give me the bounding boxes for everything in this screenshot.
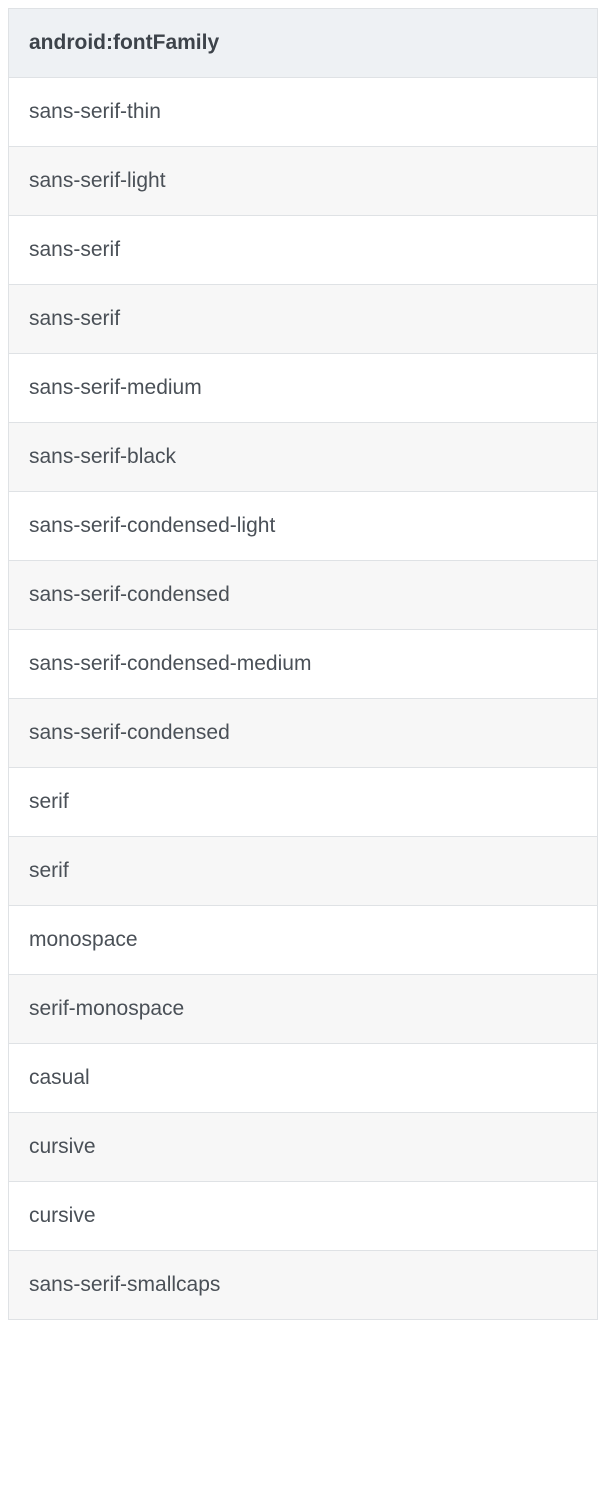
table-row: sans-serif-thin [9, 78, 598, 147]
font-value: sans-serif-condensed [9, 561, 598, 630]
font-value: sans-serif-condensed [9, 699, 598, 768]
table-row: sans-serif-condensed [9, 699, 598, 768]
table-header: android:fontFamily [9, 9, 598, 78]
table-row: sans-serif-light [9, 147, 598, 216]
table-row: cursive [9, 1182, 598, 1251]
table-row: sans-serif [9, 285, 598, 354]
table-row: monospace [9, 906, 598, 975]
font-value: sans-serif-black [9, 423, 598, 492]
table-row: serif-monospace [9, 975, 598, 1044]
font-value: cursive [9, 1113, 598, 1182]
font-family-table: android:fontFamily sans-serif-thin sans-… [8, 8, 598, 1320]
font-value: serif [9, 837, 598, 906]
font-value: cursive [9, 1182, 598, 1251]
font-value: serif [9, 768, 598, 837]
font-value: sans-serif-medium [9, 354, 598, 423]
table-row: sans-serif [9, 216, 598, 285]
font-value: monospace [9, 906, 598, 975]
font-value: sans-serif-thin [9, 78, 598, 147]
table-row: sans-serif-medium [9, 354, 598, 423]
font-value: serif-monospace [9, 975, 598, 1044]
font-value: sans-serif-light [9, 147, 598, 216]
table-row: sans-serif-condensed-medium [9, 630, 598, 699]
font-value: casual [9, 1044, 598, 1113]
table-row: cursive [9, 1113, 598, 1182]
font-value: sans-serif-smallcaps [9, 1251, 598, 1320]
font-value: sans-serif-condensed-light [9, 492, 598, 561]
table-row: sans-serif-black [9, 423, 598, 492]
font-value: sans-serif [9, 285, 598, 354]
table-row: serif [9, 768, 598, 837]
table-row: serif [9, 837, 598, 906]
table-row: casual [9, 1044, 598, 1113]
table-row: sans-serif-condensed [9, 561, 598, 630]
table-row: sans-serif-condensed-light [9, 492, 598, 561]
table-row: sans-serif-smallcaps [9, 1251, 598, 1320]
font-value: sans-serif-condensed-medium [9, 630, 598, 699]
font-value: sans-serif [9, 216, 598, 285]
